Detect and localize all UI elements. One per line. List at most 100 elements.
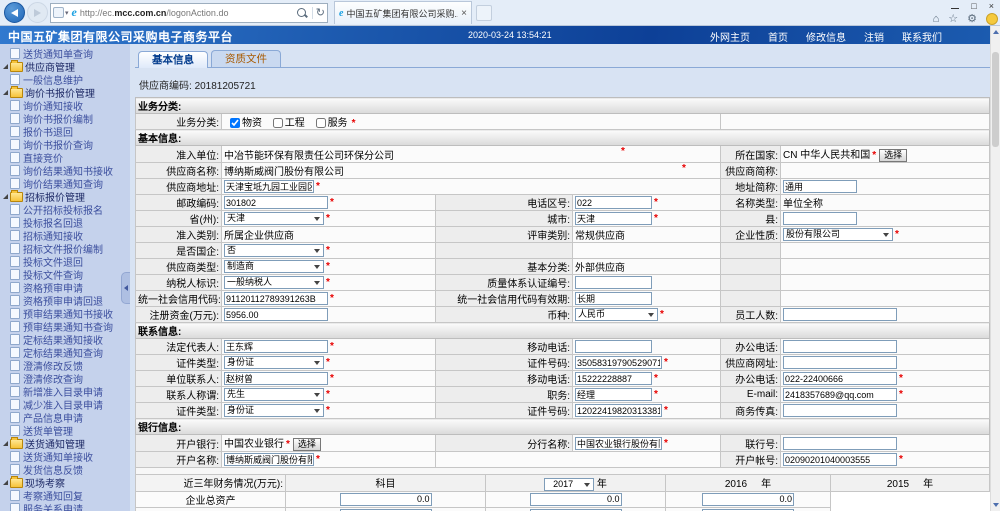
sidebar-item[interactable]: 服务关系申请 <box>10 502 130 511</box>
uscc-input[interactable] <box>224 292 328 305</box>
back-button[interactable] <box>4 2 25 23</box>
bank-select-button[interactable]: 选择 <box>293 438 321 451</box>
compatibility-view-icon[interactable] <box>53 7 64 18</box>
nav-extranet-home[interactable]: 外网主页 <box>710 29 750 44</box>
postcode-input[interactable] <box>224 196 328 209</box>
email-input[interactable] <box>783 388 897 401</box>
branch-input[interactable] <box>575 437 662 450</box>
supplier-name-cell: 博纳斯威阀门股份有限公司* <box>222 163 721 179</box>
required-marker: * <box>326 213 330 224</box>
field-label <box>721 275 781 291</box>
sidebar: 送货通知单查询供应商管理一般信息维护询价书报价管理询价通知接收询价书报价编制报价… <box>0 44 130 511</box>
qs-cert-input[interactable] <box>575 276 652 289</box>
search-icon[interactable] <box>297 8 306 17</box>
supplier-address-input[interactable] <box>224 180 314 193</box>
checkbox-goods[interactable] <box>230 118 240 128</box>
finance-value-input[interactable] <box>530 493 622 506</box>
reg-capital-input[interactable] <box>224 308 328 321</box>
finance-value-cell <box>666 507 831 511</box>
form-row: 单位联系人: * 移动电话: * 办公电话: * <box>136 371 990 387</box>
checkbox-engineering[interactable] <box>273 118 283 128</box>
address-bar[interactable]: ▾ e http://ec.mcc.com.cn/logonAction.do … <box>50 3 328 23</box>
finance-value-input[interactable] <box>340 493 432 506</box>
cert-no2-input[interactable] <box>575 404 662 417</box>
cert-no1-input[interactable] <box>575 356 662 369</box>
contact-input[interactable] <box>224 372 328 385</box>
scrollbar-up-icon[interactable] <box>991 26 1000 38</box>
nav-logout[interactable]: 注销 <box>864 29 884 44</box>
maximize-icon[interactable]: □ <box>971 1 976 11</box>
url-text[interactable]: http://ec.mcc.com.cn/logonAction.do <box>80 8 294 18</box>
acct-no-input[interactable] <box>783 453 897 466</box>
website-input[interactable] <box>783 356 897 369</box>
fax-input[interactable] <box>783 404 897 417</box>
supplier-code-line: 供应商编码: 20181205721 <box>139 77 990 92</box>
supplier-type-select[interactable]: 制造商 <box>224 260 324 273</box>
staff-num-input[interactable] <box>783 308 897 321</box>
acct-name-input[interactable] <box>224 453 314 466</box>
is-soe-select[interactable]: 否 <box>224 244 324 257</box>
document-icon <box>10 282 20 293</box>
site-title: 中国五矿集团有限公司采购电子商务平台 <box>8 28 233 45</box>
document-icon <box>10 113 20 124</box>
taxpayer-select[interactable]: 一般纳税人 <box>224 276 324 289</box>
field-label: 统一社会信用代码有效期: <box>436 291 573 307</box>
province-select[interactable]: 天津 <box>224 212 324 225</box>
field-label: 准入类别: <box>136 227 222 243</box>
uscc-valid-input[interactable] <box>575 292 652 305</box>
page-scrollbar[interactable] <box>990 26 1000 511</box>
nav-modify-info[interactable]: 修改信息 <box>806 29 846 44</box>
home-icon[interactable]: ⌂ <box>933 13 940 25</box>
browser-tab[interactable]: e 中国五矿集团有限公司采购... × <box>334 1 472 24</box>
tab-basic-info[interactable]: 基本信息 <box>138 51 208 68</box>
office2-input[interactable] <box>783 372 897 385</box>
ent-nature-select[interactable]: 股份有限公司 <box>783 228 893 241</box>
city-input[interactable] <box>575 212 652 225</box>
job-input[interactable] <box>575 388 652 401</box>
close-tab-icon[interactable]: × <box>461 8 467 19</box>
legal-rep-input[interactable] <box>224 340 328 353</box>
close-window-icon[interactable]: × <box>989 1 994 11</box>
feedback-smiley-icon[interactable] <box>986 13 998 25</box>
nav-contact-us[interactable]: 联系我们 <box>902 29 942 44</box>
url-path: /logonAction.do <box>166 8 228 18</box>
office1-input[interactable] <box>783 340 897 353</box>
nav-home[interactable]: 首页 <box>768 29 788 44</box>
scrollbar-thumb[interactable] <box>992 52 999 147</box>
bank-no-input[interactable] <box>783 437 897 450</box>
qs-cert-cell <box>573 275 721 291</box>
window-controls: □ × <box>951 1 994 11</box>
checkbox-services[interactable] <box>316 118 326 128</box>
chevron-down-icon[interactable]: ▾ <box>65 9 69 17</box>
forward-button[interactable] <box>27 2 48 23</box>
area-code-cell: * <box>573 195 721 211</box>
country-select-button[interactable]: 选择 <box>879 149 907 162</box>
minimize-icon[interactable] <box>951 8 959 9</box>
checkbox-engineering-label: 工程 <box>285 118 305 129</box>
favorites-star-icon[interactable]: ☆ <box>948 12 958 25</box>
year-select[interactable]: 2017 <box>544 478 594 491</box>
finance-value-input[interactable] <box>702 493 794 506</box>
address-short-input[interactable] <box>783 180 857 193</box>
document-icon <box>10 503 20 511</box>
mobile2-input[interactable] <box>575 372 652 385</box>
cert-type2-select[interactable]: 身份证 <box>224 404 324 417</box>
currency-select[interactable]: 人民币 <box>575 308 658 321</box>
settings-gear-icon[interactable]: ⚙ <box>967 12 977 25</box>
address-short-cell <box>781 179 990 195</box>
field-label: 地址简称: <box>721 179 781 195</box>
county-input[interactable] <box>783 212 857 225</box>
area-code-input[interactable] <box>575 196 652 209</box>
field-label: 名称类型: <box>721 195 781 211</box>
cert-type1-select[interactable]: 身份证 <box>224 356 324 369</box>
required-marker: * <box>660 309 664 320</box>
field-label: 分行名称: <box>436 435 573 452</box>
refresh-icon[interactable]: ↻ <box>316 8 325 18</box>
mobile1-input[interactable] <box>575 340 652 353</box>
form-row: 准入类别: 所属企业供应商 评审类别: 常规供应商 企业性质: 股份有限公司* <box>136 227 990 243</box>
sidebar-collapse-handle[interactable] <box>121 272 130 304</box>
tab-qualification-docs[interactable]: 资质文件 <box>211 50 281 67</box>
new-tab-button[interactable] <box>476 5 492 21</box>
salutation-select[interactable]: 先生 <box>224 388 324 401</box>
scrollbar-down-icon[interactable] <box>991 499 1000 511</box>
